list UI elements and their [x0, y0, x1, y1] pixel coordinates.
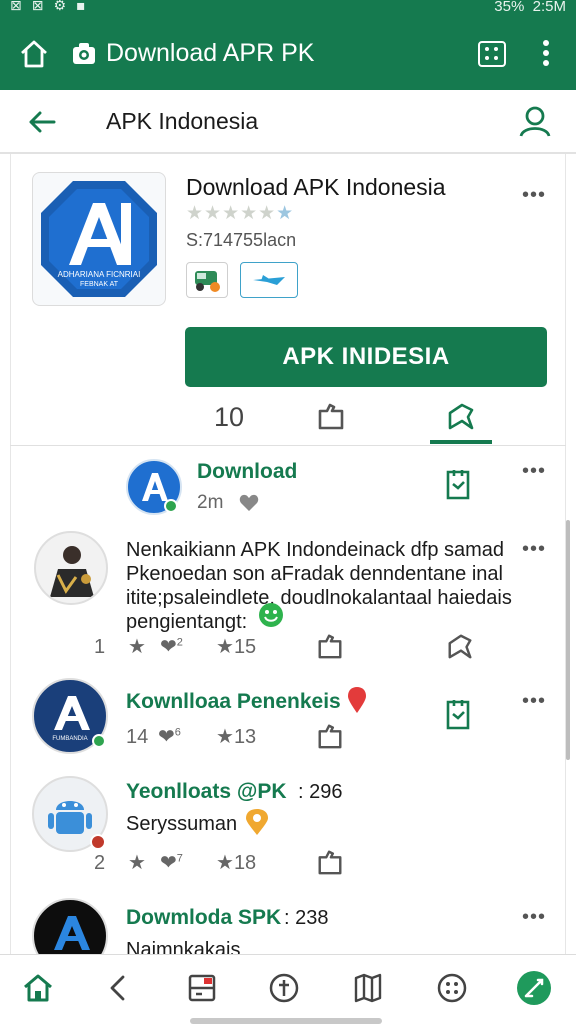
post-count: : 296 — [298, 781, 343, 803]
post-author[interactable]: Dowmloda SPK — [126, 906, 281, 930]
alert-indicator — [90, 834, 106, 850]
tab-bar — [10, 392, 566, 446]
emoji-icon — [259, 603, 283, 627]
clock: 2:5M — [532, 0, 566, 15]
star-count: 18 — [233, 852, 257, 874]
post-more-icon[interactable]: ••• — [522, 460, 546, 483]
bookmark-icon[interactable] — [446, 632, 474, 660]
location-pin-icon — [348, 687, 366, 713]
camera-icon — [73, 43, 95, 64]
badge-plane-icon[interactable] — [240, 262, 298, 298]
post-more-icon[interactable]: ••• — [522, 538, 546, 561]
share-icon[interactable] — [316, 722, 344, 750]
post-text: Seryssuman — [126, 813, 238, 835]
like-stat[interactable]: ❤2 — [160, 634, 183, 659]
online-indicator — [164, 499, 178, 513]
qr-scan-icon[interactable] — [478, 41, 506, 67]
app-logo-icon: ADHARIANA FICNRIAI FEBNAK AT — [41, 181, 157, 297]
page-title: APK Indonesia — [106, 108, 259, 134]
nav-back-icon[interactable] — [102, 972, 134, 1004]
nav-apps-icon[interactable] — [436, 972, 468, 1004]
like-count: 7 — [176, 852, 183, 865]
star-count: 15 — [233, 636, 257, 658]
post-text: Nenkaikiann APK Indondeinack dfp samad P… — [126, 539, 512, 633]
like-count: 2 — [176, 636, 183, 649]
post-author[interactable]: Kownlloaa Penenkeis — [126, 690, 341, 714]
save-icon[interactable] — [444, 698, 472, 732]
rating-stat[interactable]: ★15 — [216, 634, 256, 659]
rating-stars: ★★★★★★ — [186, 202, 295, 224]
share-icon[interactable] — [316, 632, 344, 660]
nav-edit-icon[interactable] — [516, 970, 552, 1006]
status-bar: ⊠⊠⚙▪ 35% 2:5M — [0, 0, 576, 18]
logo-text-2: FEBNAK AT — [80, 281, 119, 288]
post-time: 2m — [197, 492, 224, 513]
install-button[interactable]: APK INIDESIA — [185, 327, 547, 387]
nav-info-icon[interactable] — [268, 972, 300, 1004]
post-author[interactable]: Download — [197, 460, 297, 484]
like-stat[interactable]: ❤6 — [158, 724, 181, 749]
gesture-handle — [190, 1018, 382, 1024]
star-icon[interactable]: ★ — [128, 850, 146, 875]
app-bar-title: Download APR PK — [106, 39, 315, 67]
comment-count: 14 — [126, 726, 149, 748]
scrollbar[interactable] — [566, 520, 570, 760]
sub-header: APK Indonesia — [0, 90, 576, 154]
like-icon: ❤ — [160, 852, 177, 874]
tab-bookmark-icon[interactable] — [446, 401, 476, 431]
rating-stat[interactable]: ★18 — [216, 850, 256, 875]
home-icon[interactable] — [18, 38, 50, 70]
comment-count: 2 — [94, 852, 106, 874]
post-author[interactable]: Yeonlloats @PK — [126, 780, 287, 804]
tab-count[interactable]: 10 — [214, 402, 244, 433]
nav-map-icon[interactable] — [352, 972, 384, 1004]
post-count: : 238 — [284, 907, 329, 929]
like-stat[interactable]: ❤7 — [160, 850, 183, 875]
overflow-menu-icon[interactable] — [540, 40, 552, 70]
share-icon[interactable] — [316, 848, 344, 876]
rating-stat[interactable]: ★13 — [216, 724, 256, 749]
save-icon[interactable] — [444, 468, 472, 502]
app-more-icon[interactable]: ••• — [522, 184, 546, 207]
star-count: 13 — [233, 726, 257, 748]
comment-count: 1 — [94, 636, 106, 658]
badge-truck-icon[interactable] — [186, 262, 228, 298]
logo-text-1: ADHARIANA FICNRIAI — [58, 270, 141, 279]
star-icon[interactable]: ★ — [128, 634, 146, 659]
location-pin-icon — [246, 809, 268, 835]
tab-active-indicator — [430, 440, 492, 444]
nav-gallery-icon[interactable] — [186, 972, 218, 1004]
app-size: S:714755lacn — [186, 230, 297, 250]
app-bar: Download APR PK — [0, 18, 576, 90]
notification-icons: ⊠⊠⚙▪ — [10, 0, 96, 14]
post-more-icon[interactable]: ••• — [522, 906, 546, 929]
avatar-caption: FUMBANDIA — [52, 736, 87, 742]
online-indicator — [92, 734, 106, 748]
user-profile-icon[interactable] — [518, 104, 552, 138]
like-count: 6 — [174, 726, 181, 739]
like-icon: ❤ — [160, 636, 177, 658]
app-name: Download APK Indonesia — [186, 174, 446, 200]
avatar[interactable] — [34, 531, 108, 605]
heart-icon[interactable] — [238, 492, 260, 514]
nav-home-icon[interactable] — [22, 972, 54, 1004]
battery-level: 35% — [494, 0, 525, 15]
like-icon: ❤ — [158, 726, 175, 748]
app-icon[interactable]: ADHARIANA FICNRIAI FEBNAK AT — [32, 172, 166, 306]
status-right: 35% 2:5M — [494, 0, 566, 15]
post-more-icon[interactable]: ••• — [522, 690, 546, 713]
tab-share-icon[interactable] — [316, 401, 346, 431]
back-arrow-icon[interactable] — [26, 106, 58, 138]
